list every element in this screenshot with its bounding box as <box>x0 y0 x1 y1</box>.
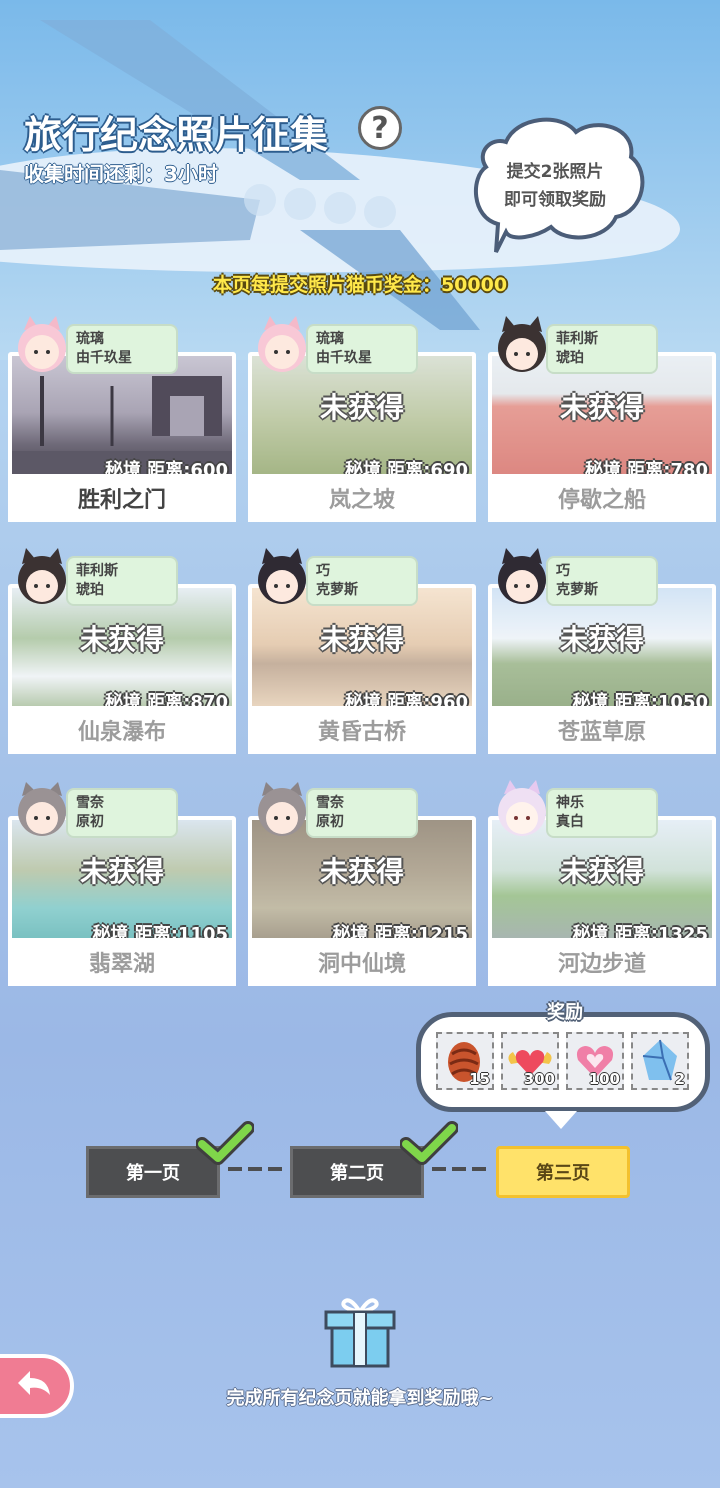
character-subname: 琥珀 <box>76 582 104 598</box>
character-tag: 琉璃 由千玖星 <box>66 324 178 374</box>
character-avatar-icon <box>258 782 306 836</box>
character-avatar-icon <box>258 548 306 604</box>
character-name: 琉璃 <box>76 331 104 347</box>
gift-box-icon[interactable] <box>320 1294 400 1370</box>
page-3-button[interactable]: 第三页 <box>496 1146 630 1198</box>
reward-label: 奖励 <box>547 1002 583 1023</box>
character-avatar-icon <box>498 316 546 372</box>
character-name: 神乐 <box>556 795 584 811</box>
reward-count: 100 <box>588 1070 620 1088</box>
character-name: 菲利斯 <box>556 331 598 347</box>
character-tag: 琉璃 由千玖星 <box>306 324 418 374</box>
checkmark-icon <box>196 1121 254 1165</box>
tip-line-2: 即可领取奖励 <box>504 190 606 210</box>
character-name: 巧 <box>556 563 570 579</box>
character-name: 琉璃 <box>316 331 344 347</box>
locked-status: 未获得 <box>559 855 644 888</box>
locked-status: 未获得 <box>559 391 644 424</box>
help-button[interactable]: ? <box>358 106 402 150</box>
location-name: 停歇之船 <box>488 474 716 522</box>
character-subname: 真白 <box>556 814 584 830</box>
bonus-banner: 本页每提交照片猫币奖金：50000 <box>212 274 508 296</box>
reward-count: 2 <box>674 1070 685 1088</box>
character-subname: 原初 <box>76 814 104 830</box>
character-avatar-icon <box>18 316 66 372</box>
photo-card[interactable]: 未获得 秘境 距离:1050 苍蓝草原 巧 克萝斯 <box>488 548 716 754</box>
location-name: 河边步道 <box>488 938 716 986</box>
locked-status: 未获得 <box>79 855 164 888</box>
character-avatar-icon <box>18 782 66 836</box>
character-tag: 菲利斯 琥珀 <box>546 324 658 374</box>
locked-status: 未获得 <box>79 623 164 656</box>
back-arrow-icon <box>18 1371 50 1395</box>
reward-item[interactable]: 15 <box>436 1032 494 1090</box>
photo-card[interactable]: 未获得 秘境 距离:870 仙泉瀑布 菲利斯 琥珀 <box>8 548 236 754</box>
character-tag: 雪奈 原初 <box>306 788 418 838</box>
tip-cloud-text: 提交2张照片 即可领取奖励 <box>480 158 630 214</box>
tip-line-1: 提交2张照片 <box>506 162 604 182</box>
page-connector <box>432 1167 486 1171</box>
character-tag: 巧 克萝斯 <box>546 556 658 606</box>
page-connector <box>228 1167 282 1171</box>
checkmark-icon <box>400 1121 458 1165</box>
character-avatar-icon <box>498 780 546 836</box>
photo-card[interactable]: 未获得 秘境 距离:960 黄昏古桥 巧 克萝斯 <box>248 548 476 754</box>
location-name: 翡翠湖 <box>8 938 236 986</box>
photo-card[interactable]: 未获得 秘境 距离:780 停歇之船 菲利斯 琥珀 <box>488 316 716 522</box>
character-subname: 原初 <box>316 814 344 830</box>
photo-card[interactable]: 未获得 秘境 距离:690 岚之坡 琉璃 由千玖星 <box>248 316 476 522</box>
footer-hint: 完成所有纪念页就能拿到奖励哦~ <box>226 1388 494 1409</box>
countdown-text: 收集时间还剩：3小时 <box>24 162 218 186</box>
locked-status: 未获得 <box>319 623 404 656</box>
character-subname: 琥珀 <box>556 350 584 366</box>
character-subname: 克萝斯 <box>316 582 358 598</box>
locked-status: 未获得 <box>319 391 404 424</box>
back-button[interactable] <box>0 1354 74 1418</box>
page-title: 旅行纪念照片征集 <box>24 113 329 157</box>
reward-item[interactable]: 300 <box>501 1032 559 1090</box>
character-tag: 雪奈 原初 <box>66 788 178 838</box>
photo-card[interactable]: 秘境 距离:600 胜利之门 琉璃 由千玖星 <box>8 316 236 522</box>
reward-count: 300 <box>523 1070 555 1088</box>
character-name: 巧 <box>316 563 330 579</box>
location-name: 仙泉瀑布 <box>8 706 236 754</box>
character-avatar-icon <box>258 316 306 372</box>
photo-card[interactable]: 未获得 秘境 距离:1325 河边步道 神乐 真白 <box>488 780 716 986</box>
character-subname: 克萝斯 <box>556 582 598 598</box>
locked-status: 未获得 <box>559 623 644 656</box>
character-avatar-icon <box>18 548 66 604</box>
photo-card[interactable]: 未获得 秘境 距离:1215 洞中仙境 雪奈 原初 <box>248 782 476 986</box>
character-name: 雪奈 <box>76 795 104 811</box>
location-name: 黄昏古桥 <box>248 706 476 754</box>
reward-item[interactable]: 100 <box>566 1032 624 1090</box>
location-name: 洞中仙境 <box>248 938 476 986</box>
character-name: 雪奈 <box>316 795 344 811</box>
character-name: 菲利斯 <box>76 563 118 579</box>
character-tag: 神乐 真白 <box>546 788 658 838</box>
reward-count: 15 <box>469 1070 490 1088</box>
location-name: 胜利之门 <box>8 474 236 522</box>
character-tag: 菲利斯 琥珀 <box>66 556 178 606</box>
character-subname: 由千玖星 <box>76 350 132 366</box>
reward-item[interactable]: 2 <box>631 1032 689 1090</box>
character-avatar-icon <box>498 548 546 604</box>
character-subname: 由千玖星 <box>316 350 372 366</box>
locked-status: 未获得 <box>319 855 404 888</box>
location-name: 苍蓝草原 <box>488 706 716 754</box>
location-name: 岚之坡 <box>248 474 476 522</box>
photo-card[interactable]: 未获得 秘境 距离:1105 翡翠湖 雪奈 原初 <box>8 782 236 986</box>
character-tag: 巧 克萝斯 <box>306 556 418 606</box>
